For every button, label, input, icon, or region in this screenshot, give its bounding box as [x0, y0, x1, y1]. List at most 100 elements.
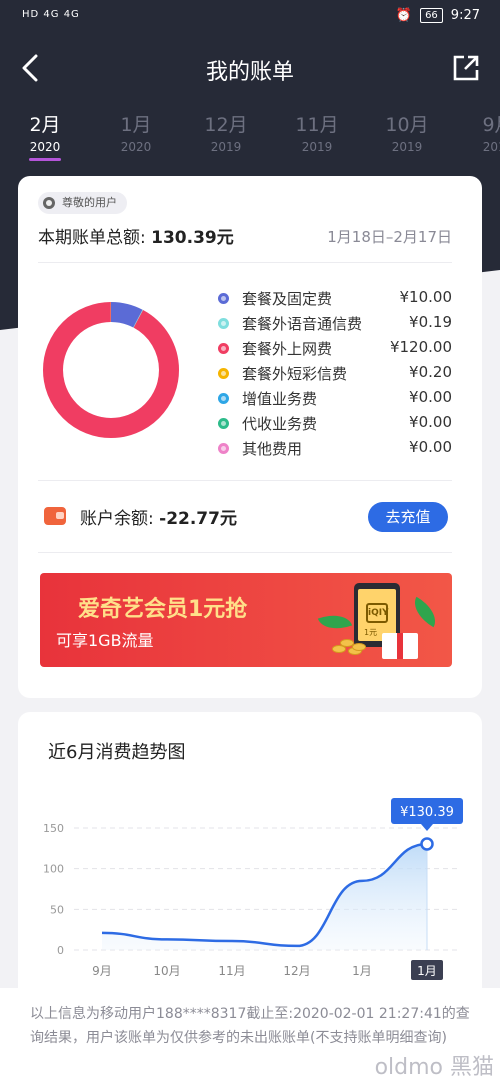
legend-value: ¥0.19 — [409, 313, 452, 331]
tab-month-0[interactable]: 2月 2020 — [10, 112, 80, 161]
x-tick-label: 9月 — [92, 964, 112, 978]
expense-legend: 套餐及固定费 ¥10.00 套餐外语音通信费 ¥0.19 套餐外上网费 ¥120… — [218, 286, 458, 461]
legend-value: ¥0.20 — [409, 363, 452, 381]
tab-month-2[interactable]: 12月 2019 — [191, 112, 261, 156]
tab-year-label: 2019 — [391, 140, 423, 154]
legend-dot — [218, 293, 229, 304]
watermark: oldmo 黑猫 — [374, 1055, 494, 1080]
banner-subtitle: 可享1GB流量 — [56, 631, 154, 650]
alarm-icon: ⏰ — [395, 8, 413, 23]
legend-value: ¥0.00 — [409, 438, 452, 456]
y-tick-label: 150 — [43, 822, 64, 835]
bill-summary-card: 尊敬的用户 本期账单总额: 130.39元 1月18日–2月17日 套餐及固定费… — [18, 176, 482, 698]
legend-value: ¥0.00 — [409, 413, 452, 431]
legend-item: 代收业务费 ¥0.00 — [218, 411, 458, 436]
divider — [38, 262, 452, 263]
tab-month-3[interactable]: 11月 2019 — [282, 112, 352, 156]
recharge-button[interactable]: 去充值 — [368, 502, 448, 532]
tab-year-label: 2019 — [482, 140, 500, 154]
legend-dot — [218, 318, 229, 329]
x-tick-label: 10月 — [153, 964, 180, 978]
y-tick-label: 0 — [57, 944, 64, 957]
x-tick-label: 12月 — [283, 964, 310, 978]
legend-item: 套餐外语音通信费 ¥0.19 — [218, 311, 458, 336]
tab-year-label: 2019 — [301, 140, 333, 154]
tab-month-label: 12月 — [204, 114, 248, 136]
account-balance: 账户余额: -22.77元 — [80, 504, 237, 529]
legend-label: 其他费用 — [242, 440, 303, 458]
tab-month-label: 2月 — [29, 114, 61, 136]
legend-item: 增值业务费 ¥0.00 — [218, 386, 458, 411]
legend-label: 套餐外短彩信费 — [242, 365, 348, 383]
legend-dot — [218, 418, 229, 429]
legend-value: ¥10.00 — [399, 288, 453, 306]
clock: 9:27 — [450, 8, 480, 23]
legend-label: 代收业务费 — [242, 415, 318, 433]
price-tag: 1元 — [364, 628, 378, 637]
highlight-point — [420, 837, 434, 851]
legend-dot — [218, 393, 229, 404]
tab-month-4[interactable]: 10月 2019 — [372, 112, 442, 156]
active-tab-indicator — [29, 158, 61, 161]
iqiyi-logo-icon: iQIY — [366, 603, 389, 623]
legend-dot — [218, 443, 229, 454]
legend-label: 套餐外语音通信费 — [242, 315, 363, 333]
divider — [38, 480, 452, 481]
query-disclaimer: 以上信息为移动用户188****8317截止至:2020-02-01 21:27… — [30, 1006, 470, 1046]
tab-month-label: 1月 — [120, 114, 152, 136]
legend-dot — [218, 343, 229, 354]
bill-total-label: 本期账单总额: — [38, 228, 146, 248]
legend-item: 其他费用 ¥0.00 — [218, 436, 458, 461]
tab-year-label: 2020 — [120, 140, 152, 154]
battery-icon: 66 — [420, 8, 443, 23]
bill-total: 本期账单总额: 130.39元 — [38, 223, 234, 248]
navbar: 我的账单 — [0, 34, 500, 102]
y-tick-label: 50 — [50, 903, 64, 916]
legend-label: 增值业务费 — [242, 390, 318, 408]
legend-item: 套餐外短彩信费 ¥0.20 — [218, 361, 458, 386]
signal-indicators: HD 4G 4G — [22, 9, 80, 20]
legend-item: 套餐外上网费 ¥120.00 — [218, 336, 458, 361]
share-icon[interactable] — [452, 54, 480, 82]
banner-title: 爱奇艺会员1元抢 — [78, 597, 248, 622]
user-badge-label: 尊敬的用户 — [62, 196, 117, 209]
tooltip-pointer — [421, 823, 433, 831]
wallet-icon — [44, 507, 66, 525]
tab-month-label: 10月 — [385, 114, 429, 136]
tab-month-label: 11月 — [295, 114, 339, 136]
user-icon — [43, 197, 55, 209]
donut-slice-2 — [43, 302, 179, 438]
tab-month-label: 9月 — [482, 114, 500, 136]
legend-item: 套餐及固定费 ¥10.00 — [218, 286, 458, 311]
legend-value: ¥120.00 — [389, 338, 452, 356]
legend-label: 套餐及固定费 — [242, 290, 333, 308]
tab-year-label: 2020 — [29, 140, 61, 154]
gift-box-icon — [382, 633, 418, 659]
x-tick-label: 1月 — [417, 964, 437, 978]
y-tick-label: 100 — [43, 863, 64, 876]
area-fill — [102, 843, 427, 950]
leaf-decoration — [407, 596, 443, 628]
legend-dot — [218, 368, 229, 379]
coin-icon — [352, 643, 366, 651]
tooltip-label: ¥130.39 — [400, 805, 454, 820]
balance-value: -22.77元 — [159, 509, 237, 529]
month-tabs: 2月 2020 1月 2020 12月 2019 11月 2019 10月 20… — [0, 112, 500, 162]
footer-note: 以上信息为移动用户188****8317截止至:2020-02-01 21:27… — [0, 988, 500, 1083]
billing-period: 1月18日–2月17日 — [327, 228, 452, 246]
balance-label: 账户余额: — [80, 509, 154, 529]
page-title: 我的账单 — [205, 60, 294, 85]
x-tick-label: 11月 — [218, 964, 245, 978]
leaf-decoration — [317, 608, 353, 636]
promo-banner[interactable]: 爱奇艺会员1元抢 可享1GB流量 iQIY 1元 — [40, 573, 452, 667]
status-bar: HD 4G 4G ⏰ 66 9:27 — [0, 0, 500, 34]
divider — [38, 552, 452, 553]
legend-label: 套餐外上网费 — [242, 340, 333, 358]
tab-month-1[interactable]: 1月 2020 — [101, 112, 171, 156]
user-badge: 尊敬的用户 — [38, 192, 127, 214]
legend-value: ¥0.00 — [409, 388, 452, 406]
tab-month-5[interactable]: 9月 2019 — [463, 112, 500, 156]
expense-donut-chart — [43, 302, 179, 438]
trend-line-chart: 0 50 100 150 9月 10月 11月 12月 1月 1月 ¥130.39 — [43, 797, 463, 980]
bill-total-value: 130.39元 — [151, 228, 234, 248]
